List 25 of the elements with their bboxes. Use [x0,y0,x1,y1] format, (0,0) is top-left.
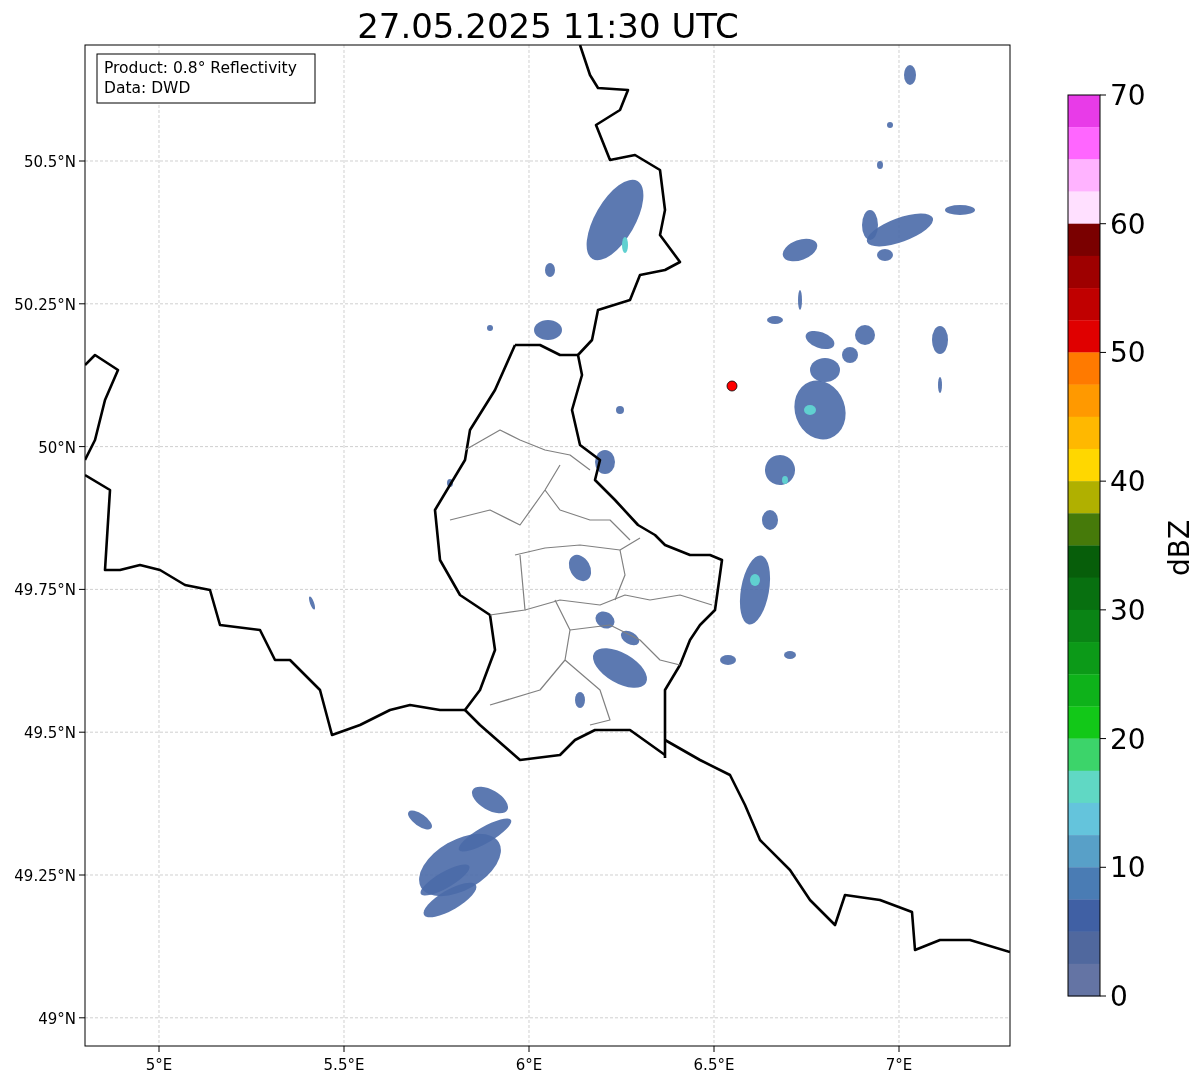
x-tick-label: 6°E [515,1056,543,1074]
y-tick-label: 50.25°N [14,295,76,314]
radar-site-marker [726,380,738,392]
y-tick-label: 49.25°N [14,867,76,885]
x-tick-label: 6.5°E [693,1056,735,1074]
colorbar-tick-label: 10 [1110,851,1146,885]
info-text: Product: 0.8° Reflectivity [104,59,297,77]
y-tick-label: 49.5°N [23,724,76,743]
y-tick-label: 49.75°N [14,581,76,600]
x-tick-label: 7°E [885,1056,913,1074]
colorbar-tick-label: 40 [1110,465,1146,499]
colorbar-tick-label: 60 [1110,207,1146,241]
x-tick-label: 5.5°E [323,1056,365,1074]
y-tick-label: 50°N [38,438,76,457]
colorbar-label: dBZ [1163,519,1196,577]
colorbar-tick-label: 70 [1110,79,1146,112]
colorbar-tick-label: 20 [1110,722,1146,756]
y-tick-label: 49°N [38,1009,76,1028]
colorbar-tick-label: 0 [1110,980,1128,1013]
chart-title: 27.05.2025 11:30 UTC [357,6,739,46]
info-text: Data: DWD [104,79,191,97]
x-tick-label: 5°E [145,1056,173,1074]
y-tick-label: 50.5°N [23,153,76,171]
colorbar-tick-label: 50 [1110,336,1146,370]
colorbar-tick-label: 30 [1110,593,1146,627]
